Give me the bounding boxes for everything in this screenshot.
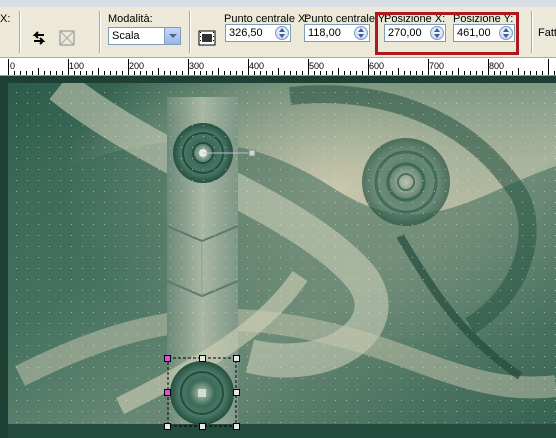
- apply-transform-icon[interactable]: [56, 27, 78, 49]
- resize-handle-top[interactable]: [199, 355, 206, 362]
- resize-handle-right[interactable]: [233, 389, 240, 396]
- reset-arrow-icon[interactable]: [28, 27, 50, 49]
- rotate-handle-topleft[interactable]: [164, 355, 171, 362]
- toolbar-separator: [531, 11, 533, 53]
- film-frame-icon[interactable]: [196, 27, 218, 49]
- ruler-label: 300: [189, 61, 205, 71]
- resize-handle-topright[interactable]: [233, 355, 240, 362]
- modalita-select[interactable]: Scala: [108, 27, 181, 45]
- resize-handle-bottom[interactable]: [199, 423, 206, 430]
- resize-handle-left[interactable]: [164, 389, 171, 396]
- fattore-label: Fatt: [538, 27, 556, 39]
- ruler-label: 100: [69, 61, 85, 71]
- chevron-down-icon[interactable]: [164, 28, 180, 44]
- toolbar-separator: [99, 11, 101, 53]
- position-highlight-box: [375, 12, 519, 55]
- resize-handle-bottomright[interactable]: [233, 423, 240, 430]
- punto-x-value: 326,50: [229, 27, 263, 39]
- toolbar-separator: [19, 11, 21, 53]
- ruler-label: 800: [489, 61, 505, 71]
- x-label: X:: [0, 13, 11, 25]
- tool-options-toolbar: X: Modalità: Scala Punto centrale X: 326…: [0, 7, 556, 58]
- punto-y-field[interactable]: 118,00: [304, 24, 370, 42]
- canvas-artwork: [0, 76, 556, 438]
- ruler-label: 700: [429, 61, 445, 71]
- spinner-icon[interactable]: [275, 26, 289, 40]
- horizontal-ruler: 0 100 200 300 400 500 600 700 800: [0, 58, 556, 76]
- spinner-icon[interactable]: [354, 26, 368, 40]
- image-canvas[interactable]: [0, 76, 556, 438]
- ruler-label: 200: [129, 61, 145, 71]
- punto-x-field[interactable]: 326,50: [225, 24, 291, 42]
- resize-handle-bottomleft[interactable]: [164, 423, 171, 430]
- ruler-label: 400: [249, 61, 265, 71]
- ruler-label: 0: [10, 61, 16, 71]
- modalita-value: Scala: [112, 30, 140, 42]
- ruler-label: 600: [369, 61, 385, 71]
- ruler-label: 500: [309, 61, 325, 71]
- toolbar-separator: [189, 11, 191, 53]
- modalita-label: Modalità:: [108, 13, 153, 25]
- punto-y-value: 118,00: [308, 27, 341, 39]
